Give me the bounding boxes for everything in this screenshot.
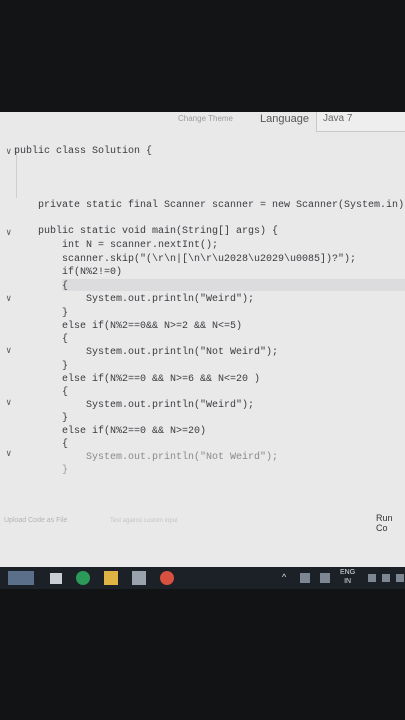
os-taskbar: ^ ENG IN bbox=[0, 567, 405, 589]
task-view-icon[interactable] bbox=[8, 571, 34, 585]
code-line: System.out.println("Not Weird"); bbox=[14, 347, 279, 358]
code-line: public class Solution { bbox=[14, 146, 153, 157]
code-line: } bbox=[14, 465, 69, 476]
code-line: { bbox=[14, 281, 69, 292]
code-editor[interactable]: ∨ ∨ ∨ ∨ ∨ ∨ public class Solution { priv… bbox=[0, 134, 405, 499]
code-line: { bbox=[14, 387, 69, 398]
code-line: private static final Scanner scanner = n… bbox=[14, 200, 405, 211]
whatsapp-icon[interactable] bbox=[76, 571, 90, 585]
code-line: { bbox=[14, 334, 69, 345]
editor-topbar: Change Theme Language Java 7 bbox=[0, 112, 405, 134]
wifi-icon[interactable] bbox=[368, 574, 376, 582]
custom-input-hint[interactable]: Test against custom input bbox=[110, 518, 178, 524]
editor-footer: Upload Code as File Test against custom … bbox=[0, 507, 405, 537]
code-line: System.out.println("Weird"); bbox=[14, 294, 255, 305]
change-theme-link[interactable]: Change Theme bbox=[178, 114, 233, 123]
code-line: else if(N%2==0&& N>=2 && N<=5) bbox=[14, 321, 243, 332]
code-line: } bbox=[14, 308, 69, 319]
onedrive-icon[interactable] bbox=[300, 573, 310, 583]
file-explorer-icon[interactable] bbox=[104, 571, 118, 585]
monitor-icon[interactable] bbox=[50, 573, 62, 584]
fold-toggle-icon[interactable]: ∨ bbox=[6, 147, 11, 157]
code-line: public static void main(String[] args) { bbox=[14, 226, 279, 237]
screen: Change Theme Language Java 7 ∨ ∨ ∨ ∨ ∨ ∨… bbox=[0, 112, 405, 567]
store-icon[interactable] bbox=[132, 571, 146, 585]
language-label: Language bbox=[260, 113, 309, 125]
code-line: System.out.println("Not Weird"); bbox=[14, 452, 279, 463]
battery-icon[interactable] bbox=[320, 573, 330, 583]
fold-toggle-icon[interactable]: ∨ bbox=[6, 228, 11, 238]
code-line: System.out.println("Weird"); bbox=[14, 400, 255, 411]
code-line: } bbox=[14, 361, 69, 372]
display-icon[interactable] bbox=[396, 574, 404, 582]
language-select[interactable]: Java 7 bbox=[316, 112, 405, 132]
screen-bezel-top bbox=[0, 0, 405, 112]
code-line: { bbox=[14, 439, 69, 450]
fold-toggle-icon[interactable]: ∨ bbox=[6, 346, 11, 356]
code-line: int N = scanner.nextInt(); bbox=[14, 240, 219, 251]
volume-icon[interactable] bbox=[382, 574, 390, 582]
code-line: if(N%2!=0) bbox=[14, 267, 123, 278]
active-line-highlight bbox=[62, 279, 405, 291]
language-indicator[interactable]: ENG IN bbox=[340, 568, 355, 586]
language-indicator-bottom: IN bbox=[344, 578, 352, 585]
fold-toggle-icon[interactable]: ∨ bbox=[6, 294, 11, 304]
code-line: else if(N%2==0 && N>=6 && N<=20 ) bbox=[14, 374, 261, 385]
tray-chevron-icon[interactable]: ^ bbox=[282, 572, 286, 582]
language-select-value: Java 7 bbox=[323, 113, 353, 124]
upload-code-link[interactable]: Upload Code as File bbox=[4, 517, 67, 524]
fold-toggle-icon[interactable]: ∨ bbox=[6, 398, 11, 408]
fold-toggle-icon[interactable]: ∨ bbox=[6, 449, 11, 459]
run-code-button[interactable]: Run Co bbox=[376, 513, 405, 533]
language-indicator-top: ENG bbox=[340, 569, 356, 576]
code-line: else if(N%2==0 && N>=20) bbox=[14, 426, 207, 437]
code-line: scanner.skip("(\r\n|[\n\r\u2028\u2029\u0… bbox=[14, 254, 357, 265]
screen-bezel-bottom bbox=[0, 589, 405, 720]
code-line: } bbox=[14, 413, 69, 424]
chrome-icon[interactable] bbox=[160, 571, 174, 585]
